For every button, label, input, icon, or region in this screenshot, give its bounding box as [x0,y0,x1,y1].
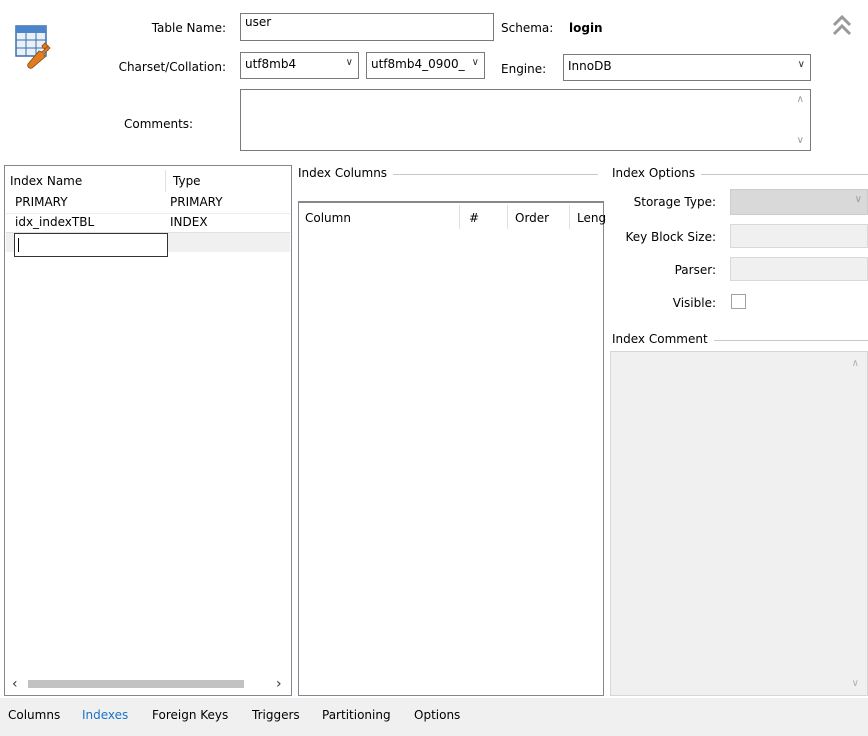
index-name-header[interactable]: Index Name [10,174,82,188]
collapse-up-icon[interactable] [831,12,853,38]
tab-foreign-keys[interactable]: Foreign Keys [152,708,228,722]
column-divider[interactable] [165,170,166,192]
engine-select[interactable]: InnoDB ∨ [563,54,811,81]
collation-select[interactable]: utf8mb4_0900_ ∨ [366,52,485,79]
visible-checkbox[interactable] [731,294,746,309]
scroll-down-icon[interactable]: ∨ [797,135,804,146]
index-options-title: Index Options [612,166,702,180]
new-index-name-input[interactable] [14,233,168,257]
chevron-down-icon: ∨ [471,57,479,68]
charset-label: Charset/Collation: [118,60,226,74]
horizontal-scrollbar[interactable]: ‹ › [6,674,290,694]
charset-value: utf8mb4 [245,57,297,71]
scroll-left-icon[interactable]: ‹ [12,676,18,692]
scroll-right-icon[interactable]: › [276,676,282,692]
scrollbar-thumb[interactable] [28,680,244,688]
comments-label: Comments: [124,117,194,131]
charset-select[interactable]: utf8mb4 ∨ [240,52,359,79]
table-wrench-icon [14,22,54,70]
column-divider[interactable] [569,205,570,229]
index-columns-table[interactable]: Column # Order Leng [298,201,606,696]
parser-input[interactable] [730,257,868,281]
table-name-input[interactable]: user [240,13,494,41]
column-number-header[interactable]: # [469,211,479,225]
column-divider[interactable] [459,205,460,229]
key-block-size-label: Key Block Size: [625,230,716,244]
schema-value: login [569,21,603,35]
order-header[interactable]: Order [515,211,549,225]
index-type-header[interactable]: Type [173,174,201,188]
tab-partitioning[interactable]: Partitioning [322,708,391,722]
scroll-up-icon[interactable]: ∧ [797,94,804,105]
index-comment-textarea[interactable]: ∧ ∨ [610,351,868,696]
column-header[interactable]: Column [305,211,351,225]
scroll-up-icon[interactable]: ∧ [852,358,859,369]
chevron-down-icon: ∨ [345,57,353,68]
tab-triggers[interactable]: Triggers [252,708,300,722]
index-name-cell: idx_indexTBL [15,215,95,229]
storage-type-label: Storage Type: [633,195,716,209]
editor-tab-bar: Columns Indexes Foreign Keys Triggers Pa… [0,698,868,736]
engine-label: Engine: [501,62,547,76]
length-header[interactable]: Leng [577,211,606,225]
tab-columns[interactable]: Columns [8,708,60,722]
visible-label: Visible: [672,296,716,310]
index-type-cell: INDEX [170,215,208,229]
tab-indexes[interactable]: Indexes [82,708,128,722]
parser-label: Parser: [674,263,716,277]
table-row[interactable]: PRIMARY PRIMARY [6,194,290,213]
storage-type-select[interactable]: ∨ [730,189,868,215]
index-columns-title: Index Columns [298,166,394,180]
tab-options[interactable]: Options [414,708,460,722]
column-divider[interactable] [507,205,508,229]
comments-textarea[interactable]: ∧ ∨ [240,89,811,151]
key-block-size-input[interactable] [730,224,868,248]
engine-value: InnoDB [568,59,612,73]
index-type-cell: PRIMARY [170,195,223,209]
schema-label: Schema: [501,21,554,35]
index-comment-title: Index Comment [612,332,714,346]
index-list[interactable]: Index Name Type PRIMARY PRIMARY idx_inde… [4,165,292,696]
chevron-down-icon: ∨ [797,59,805,70]
collation-value: utf8mb4_0900_ [371,57,465,71]
index-name-cell: PRIMARY [15,195,68,209]
table-name-label: Table Name: [151,21,226,35]
chevron-down-icon: ∨ [854,194,862,205]
scroll-down-icon[interactable]: ∨ [852,678,859,689]
table-row[interactable]: idx_indexTBL INDEX [6,213,290,232]
text-cursor [18,238,19,252]
